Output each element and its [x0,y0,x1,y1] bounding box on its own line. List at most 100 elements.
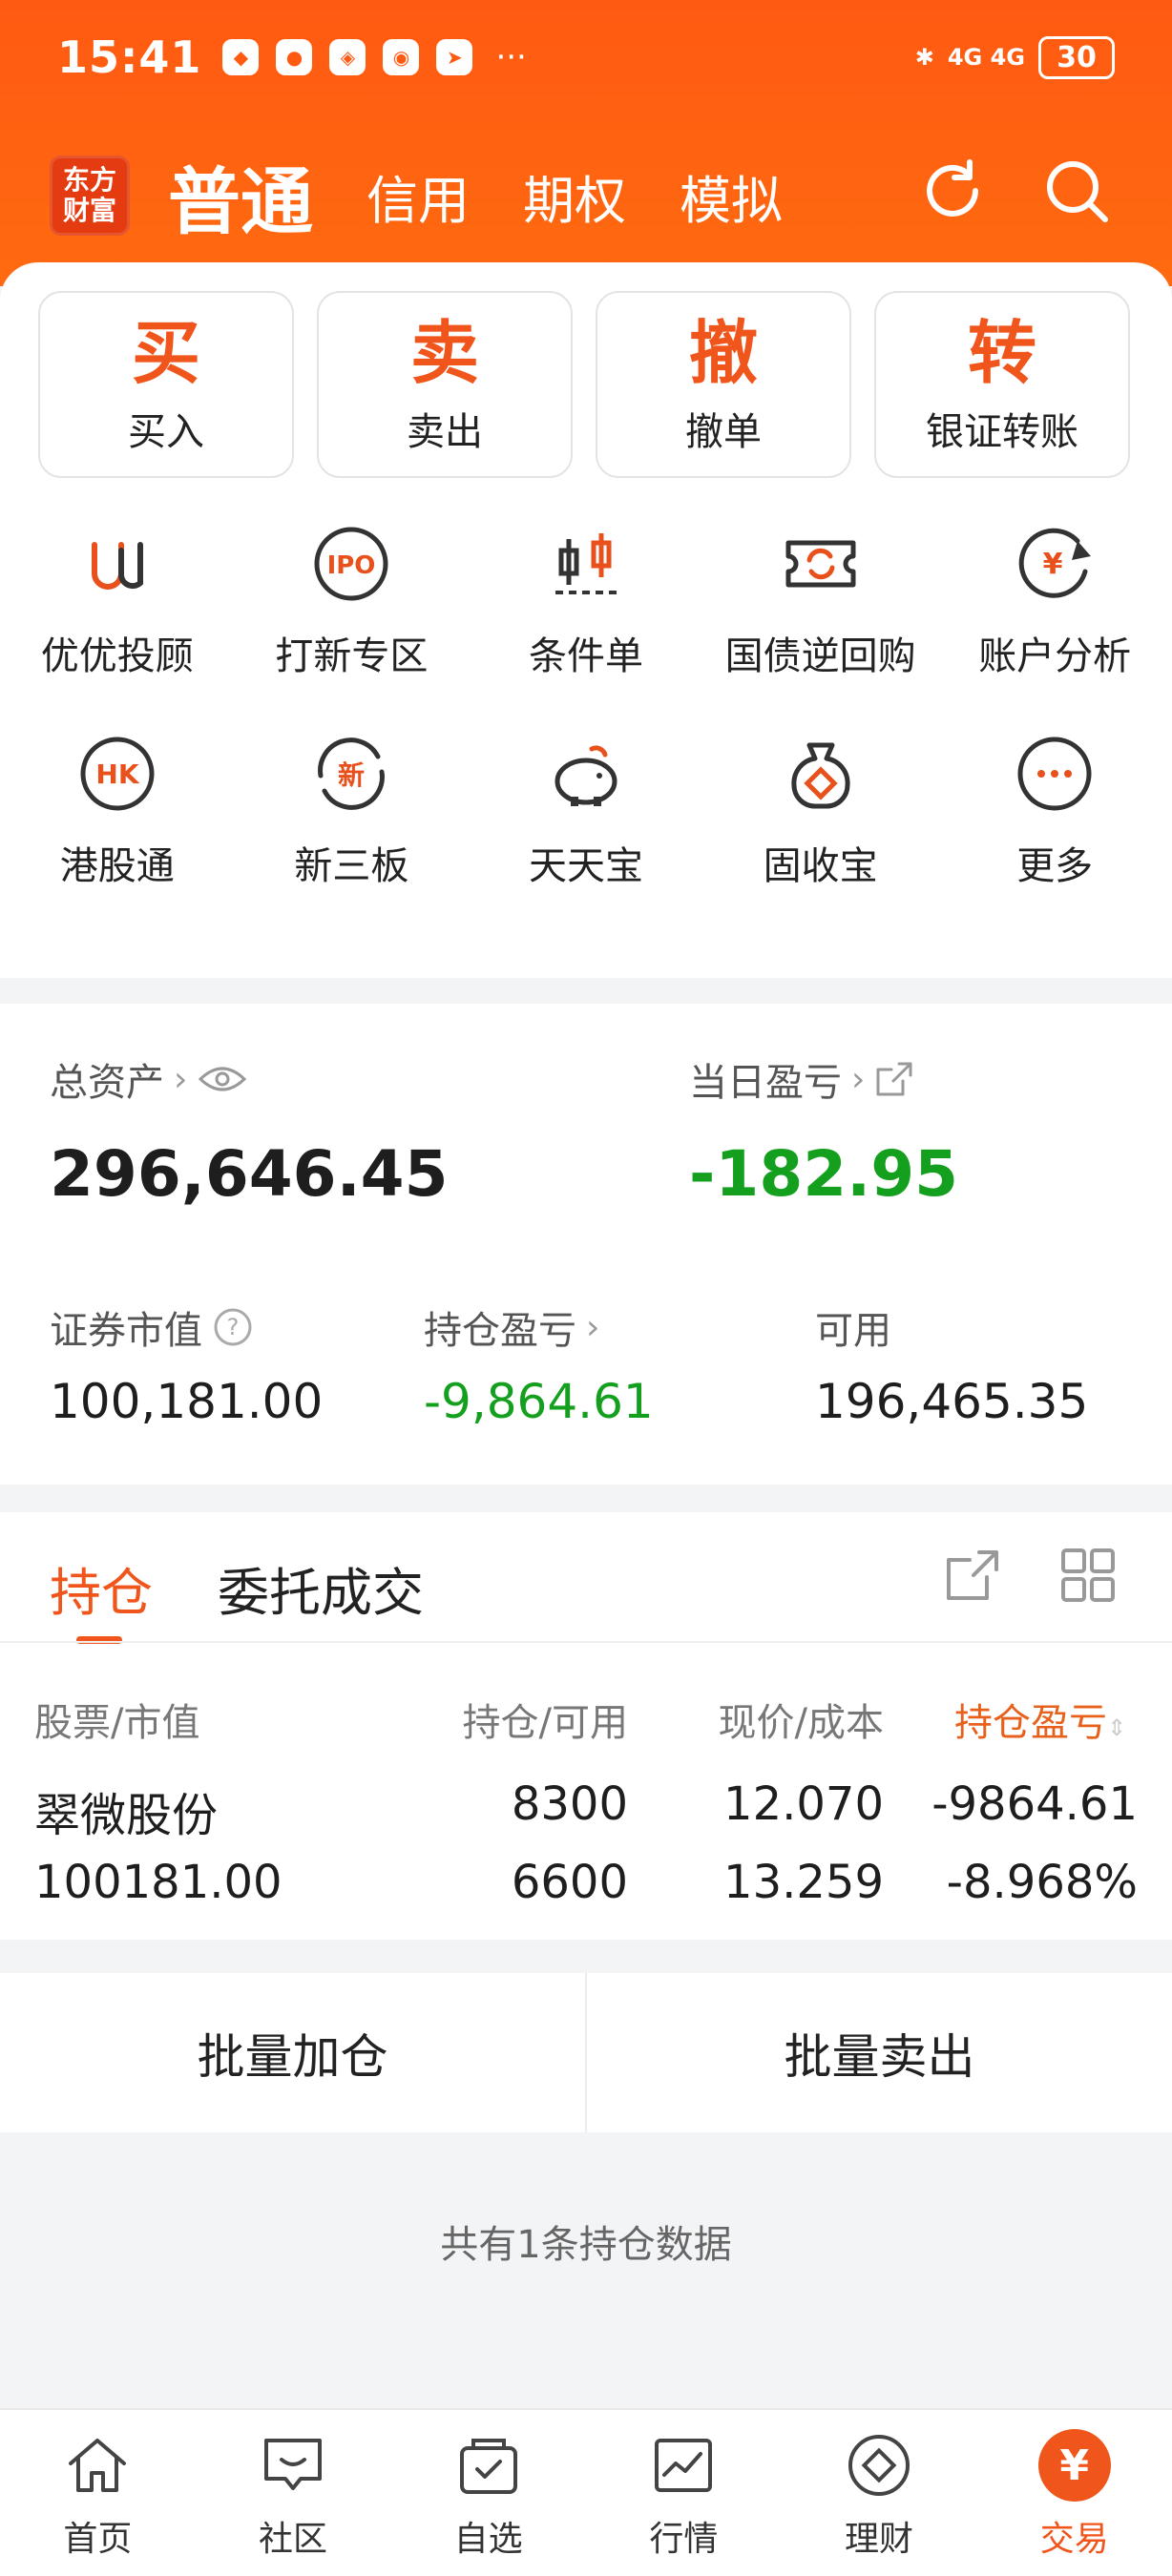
cancel-order-button[interactable]: 撤 撤单 [596,291,851,478]
batch-add-button[interactable]: 批量加仓 [0,1973,585,2132]
feature-tiantianbao[interactable]: 天天宝 [469,728,703,890]
search-icon[interactable] [1038,153,1115,229]
hold-pl-percent: -8.968% [946,1856,1138,1909]
col-header-pl-sortable[interactable]: 持仓盈亏⇕ [954,1692,1126,1747]
buy-button[interactable]: 买 买入 [38,291,294,478]
shield-icon: ◈ [329,39,366,75]
battery-indicator: 30 [1038,35,1115,79]
nav-trade[interactable]: ¥ 交易 [976,2410,1172,2576]
sell-button[interactable]: 卖 卖出 [317,291,573,478]
help-icon[interactable]: ? [212,1306,254,1348]
col-header-stock: 股票/市值 [34,1701,200,1745]
svg-text:新: 新 [338,759,365,791]
feature-more[interactable]: 更多 [937,728,1172,890]
feature-account-analysis[interactable]: ¥ 账户分析 [937,518,1172,680]
chevron-right-icon: › [174,1059,188,1099]
more-icon [1017,737,1092,811]
status-time: 15:41 [57,31,202,83]
nav-home[interactable]: 首页 [0,2410,196,2576]
market-value: 100,181.00 [50,1374,324,1429]
tab-holdings[interactable]: 持仓 [50,1550,153,1626]
holding-qty: 8300 [511,1777,628,1831]
hold-pl: -9864.61 [931,1777,1138,1831]
nav-wealth[interactable]: 理财 [782,2410,977,2576]
condition-order-icon [555,533,617,594]
message-icon: ● [276,39,313,75]
money-bag-icon [791,742,850,809]
home-icon [69,2439,127,2492]
positions-card: 持仓 委托成交 股票/市值 持仓/可用 现价/成本 持仓盈亏⇕ 翠微股份 100… [0,1512,1172,1940]
chevron-right-icon: › [851,1059,866,1099]
col-header-price: 现价/成本 [718,1701,884,1745]
day-pl-value: -182.95 [689,1137,959,1211]
tab-orders[interactable]: 委托成交 [218,1550,424,1626]
app-header: 15:41 ◆ ● ◈ ◉ ➤ ··· ✱ 4G 4G 30 东方 财富 普通 … [0,0,1172,286]
bluetooth-icon: ✱ [914,44,934,71]
total-assets-link[interactable]: 总资产 › [50,1051,248,1107]
wealth-icon [848,2435,910,2496]
sort-arrow-icon: ⇕ [1107,1714,1127,1741]
available-qty: 6600 [511,1856,628,1909]
feature-youyou[interactable]: 优优投顾 [0,518,235,680]
share-icon[interactable] [874,1058,916,1100]
tab-simulation[interactable]: 模拟 [680,158,783,234]
feature-ipo[interactable]: IPO 打新专区 [235,518,470,680]
stock-name: 翠微股份 [34,1789,219,1842]
tab-options[interactable]: 期权 [523,158,626,234]
app-logo: 东方 财富 [50,156,130,236]
available-value: 196,465.35 [815,1374,1089,1429]
wechat-icon: ◉ [383,39,420,75]
share-icon[interactable] [945,1547,1002,1604]
bank-transfer-button[interactable]: 转 银证转账 [874,291,1130,478]
watchlist-icon [459,2439,517,2494]
hold-pl-link[interactable]: 持仓盈亏 › [424,1299,599,1355]
svg-text:HK: HK [95,758,139,790]
svg-text:¥: ¥ [1043,548,1063,581]
feature-condition-order[interactable]: 条件单 [469,518,703,680]
grid-view-icon[interactable] [1059,1547,1117,1604]
asset-summary-card: 总资产 › 296,646.45 当日盈亏 › -182.95 证券市值 ? 1… [0,1004,1172,1485]
reverse-repo-icon [785,540,856,588]
signal-icon: 4G 4G [947,44,1025,71]
eye-icon[interactable] [197,1062,248,1096]
tab-normal[interactable]: 普通 [168,143,313,248]
hold-pl-value: -9,864.61 [424,1374,654,1429]
nav-watchlist[interactable]: 自选 [390,2410,586,2576]
col-header-qty: 持仓/可用 [462,1701,628,1745]
notification-icons: ◆ ● ◈ ◉ ➤ ··· [222,38,527,76]
feature-gushoubao[interactable]: 固收宝 [703,728,938,890]
bottom-nav: 首页 社区 自选 行情 理财 ¥ 交易 [0,2408,1172,2576]
market-value-label: 证券市值 ? [50,1299,254,1355]
svg-text:?: ? [227,1314,240,1340]
batch-actions: 批量加仓 批量卖出 [0,1973,1172,2132]
feature-hk-connect[interactable]: HK 港股通 [0,728,235,890]
day-pl-link[interactable]: 当日盈亏 › [689,1051,916,1107]
tab-credit[interactable]: 信用 [366,158,470,234]
hk-connect-icon: HK [80,737,155,811]
more-notifications-icon: ··· [495,38,527,76]
quick-actions-card: 买 买入 卖 卖出 撤 撤单 转 银证转账 优优投顾 IPO 打新专区 条件单 … [0,262,1172,978]
piggy-bank-icon [555,745,617,806]
youyou-icon [91,542,143,590]
market-icon [655,2439,713,2492]
feature-reverse-repo[interactable]: 国债逆回购 [703,518,938,680]
positions-count-note: 共有1条持仓数据 [440,2223,732,2267]
shop-icon: ◆ [222,39,260,75]
trade-icon: ¥ [1037,2429,1111,2502]
feature-new-third-board[interactable]: 新 新三板 [235,728,470,890]
new-third-board-icon: 新 [318,737,386,810]
nav-market[interactable]: 行情 [586,2410,782,2576]
cost-price: 13.259 [723,1856,884,1909]
status-bar: 15:41 ◆ ● ◈ ◉ ➤ ··· ✱ 4G 4G 30 [0,0,1172,114]
refresh-icon[interactable] [914,153,991,229]
available-label: 可用 [815,1309,891,1353]
batch-sell-button[interactable]: 批量卖出 [587,1973,1172,2132]
account-analysis-icon: ¥ [1018,528,1092,598]
chevron-right-icon: › [586,1307,600,1347]
current-price: 12.070 [723,1777,884,1831]
stock-market-value: 100181.00 [34,1856,283,1909]
nav-community[interactable]: 社区 [196,2410,391,2576]
send-icon: ➤ [436,39,473,75]
divider [0,1641,1172,1643]
ipo-icon: IPO [314,527,388,601]
